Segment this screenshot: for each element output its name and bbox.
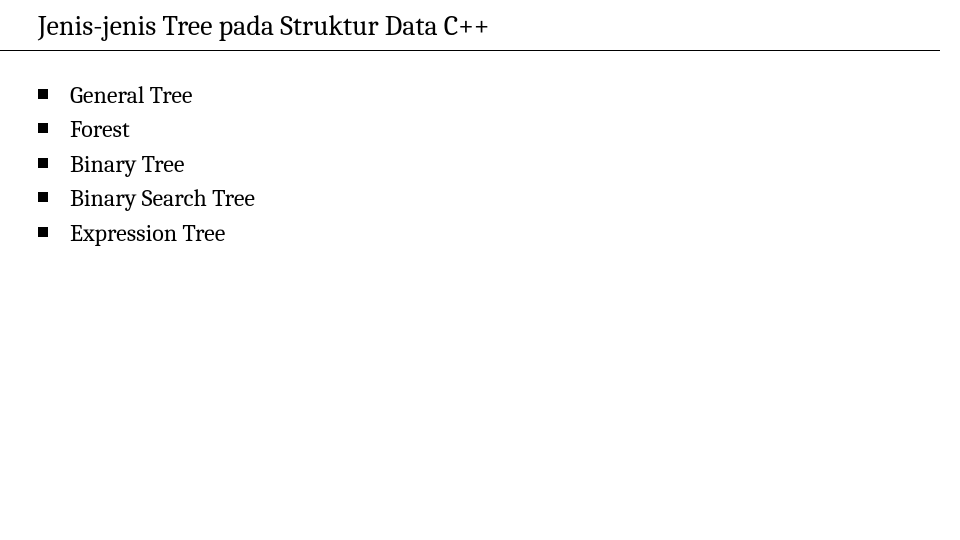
- square-bullet-icon: [38, 192, 48, 202]
- list-item: Forest: [38, 113, 960, 145]
- square-bullet-icon: [38, 89, 48, 99]
- list-item-text: Binary Search Tree: [70, 182, 255, 214]
- square-bullet-icon: [38, 123, 48, 133]
- list-item: General Tree: [38, 79, 960, 111]
- slide-container: Jenis-jenis Tree pada Struktur Data C++ …: [0, 10, 960, 540]
- list-item-text: Forest: [70, 113, 130, 145]
- bullet-list: General Tree Forest Binary Tree Binary S…: [38, 79, 960, 249]
- square-bullet-icon: [38, 158, 48, 168]
- square-bullet-icon: [38, 227, 48, 237]
- list-item: Binary Tree: [38, 148, 960, 180]
- list-item: Expression Tree: [38, 217, 960, 249]
- list-item: Binary Search Tree: [38, 182, 960, 214]
- list-item-text: General Tree: [70, 79, 193, 111]
- slide-title: Jenis-jenis Tree pada Struktur Data C++: [0, 10, 940, 51]
- list-item-text: Binary Tree: [70, 148, 184, 180]
- list-item-text: Expression Tree: [70, 217, 225, 249]
- slide-content: General Tree Forest Binary Tree Binary S…: [0, 51, 960, 249]
